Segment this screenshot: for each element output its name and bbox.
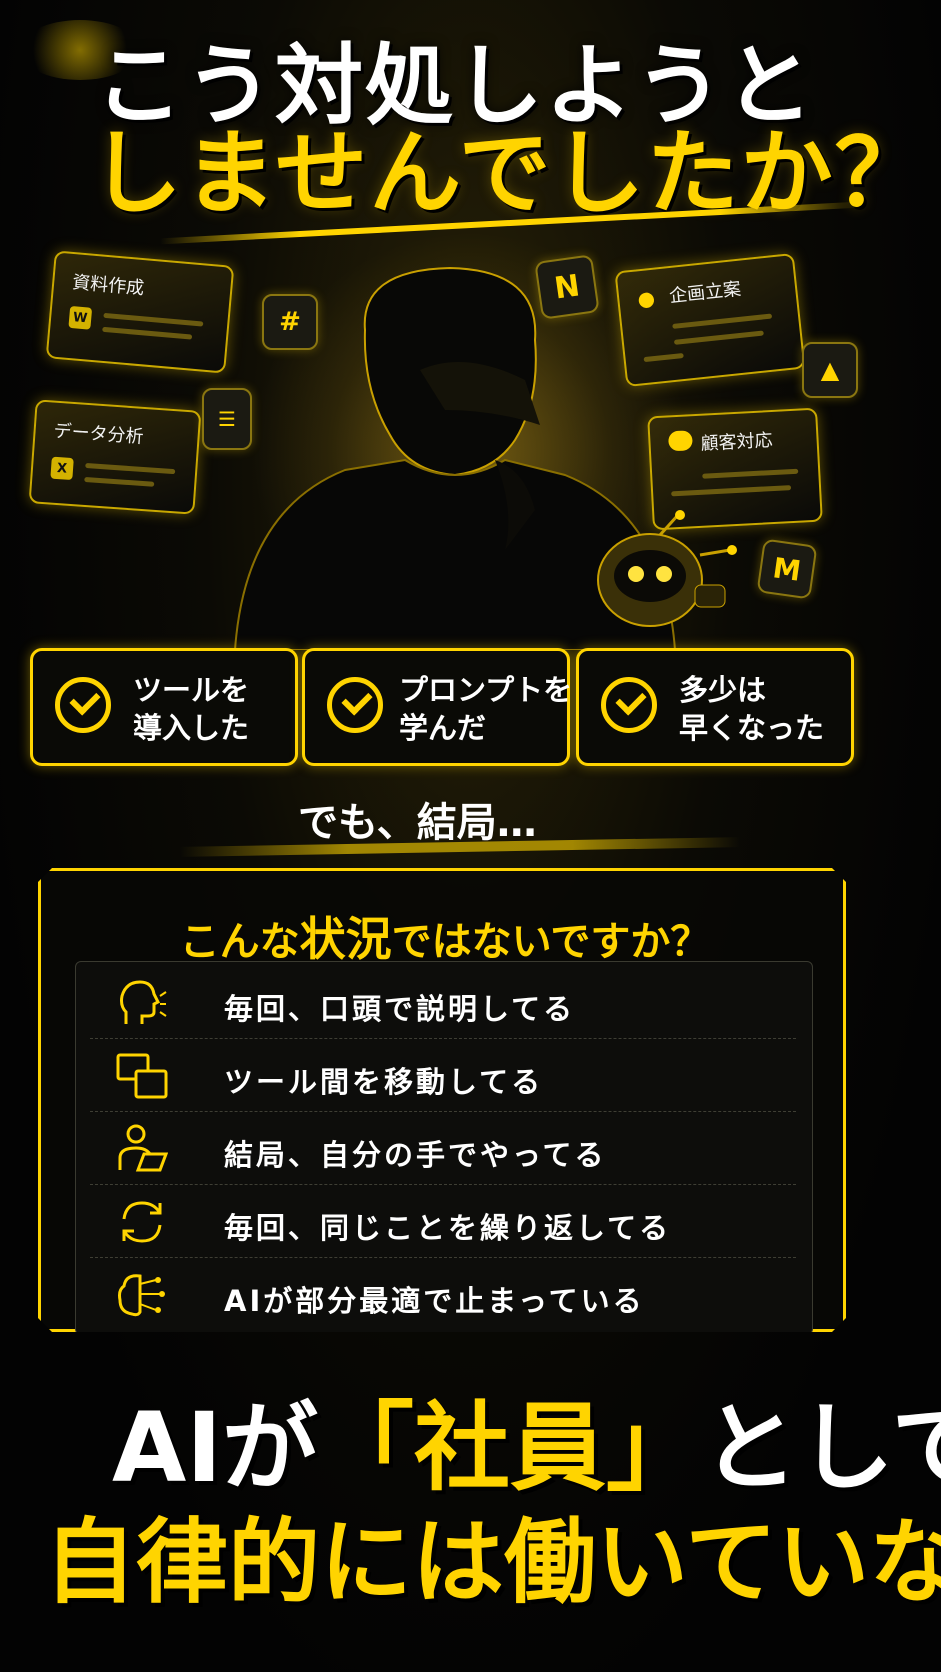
check-card-prompts: プロンプトを 学んだ bbox=[302, 648, 572, 766]
check-card-tools: ツールを 導入した bbox=[30, 648, 298, 766]
card-label: データ分析 bbox=[52, 420, 145, 448]
check-text: プロンプトを 学んだ bbox=[399, 671, 572, 747]
placeholder-line bbox=[103, 312, 204, 327]
list-item: 毎回、同じことを繰り返してる bbox=[90, 1185, 796, 1258]
placeholder-line bbox=[84, 476, 155, 487]
excel-icon: X bbox=[50, 456, 74, 481]
placeholder-line bbox=[85, 462, 176, 475]
ai-brain-icon bbox=[116, 1270, 168, 1320]
card-data-analysis: データ分析 X bbox=[28, 399, 202, 515]
placeholder-line bbox=[102, 326, 193, 340]
list-item-text: 毎回、同じことを繰り返してる bbox=[224, 1211, 672, 1245]
list-item: AIが部分最適で止まっている bbox=[90, 1258, 796, 1331]
list-item-text: 毎回、口頭で説明してる bbox=[224, 992, 576, 1026]
list-item: 結局、自分の手でやってる bbox=[90, 1112, 796, 1185]
robot-mascot-icon bbox=[597, 510, 737, 627]
switch-windows-icon bbox=[116, 1051, 168, 1101]
slack-icon: # bbox=[262, 294, 318, 350]
lightbulb-icon: ● bbox=[636, 285, 657, 312]
check-line2: 導入した bbox=[133, 711, 250, 745]
situations-list: 毎回、口頭で説明してる ツール間を移動してる 結局、自分の手でやってる 毎回、同… bbox=[75, 961, 813, 1335]
list-item-text: 結局、自分の手でやってる bbox=[224, 1138, 607, 1172]
speaking-head-icon bbox=[116, 978, 168, 1028]
placeholder-line bbox=[673, 330, 764, 345]
list-item-text: ツール間を移動してる bbox=[224, 1065, 544, 1099]
page: こう対処しようと しませんでしたか？ 資料作成 W データ分析 X ● 企画立案 bbox=[0, 0, 941, 1672]
list-item: 毎回、口頭で説明してる bbox=[90, 966, 796, 1039]
card-planning: ● 企画立案 bbox=[614, 252, 806, 388]
list-item-text: AIが部分最適で止まっている bbox=[224, 1284, 645, 1318]
placeholder-line bbox=[643, 352, 684, 363]
check-line1: プロンプトを bbox=[399, 673, 573, 707]
refresh-cycle-icon bbox=[116, 1197, 168, 1247]
card-document-creation: 資料作成 W bbox=[45, 250, 235, 374]
situations-title: こんな状況ではないですか？ bbox=[41, 903, 849, 969]
check-text: 多少は 早くなった bbox=[679, 671, 824, 747]
checkmark-icon bbox=[55, 677, 111, 733]
situations-title-pre: こんな bbox=[179, 919, 300, 965]
situations-title-emphasis: 状況 bbox=[299, 912, 392, 966]
checkmark-icon bbox=[601, 677, 657, 733]
word-icon: W bbox=[68, 305, 93, 330]
headline-line1: こう対処しようと bbox=[95, 34, 816, 137]
check-card-faster: 多少は 早くなった bbox=[576, 648, 854, 766]
placeholder-line bbox=[671, 485, 792, 497]
google-docs-icon: ☰ bbox=[202, 388, 252, 450]
notion-icon: N bbox=[534, 254, 600, 320]
check-line1: ツールを bbox=[133, 673, 250, 707]
situations-title-post: ではないですか？ bbox=[391, 919, 711, 965]
conclusion-line2: 自律的には働いていない。 bbox=[44, 1509, 941, 1616]
check-line2: 学んだ bbox=[399, 711, 487, 745]
card-label: 企画立案 bbox=[668, 278, 743, 308]
placeholder-line bbox=[672, 313, 773, 329]
check-text: ツールを 導入した bbox=[133, 671, 249, 747]
google-drive-icon: ▲ bbox=[802, 342, 858, 398]
card-label: 資料作成 bbox=[71, 272, 145, 300]
transition-text: でも、結局… bbox=[298, 800, 537, 846]
person-laptop-icon bbox=[116, 1124, 168, 1174]
card-label: 顧客対応 bbox=[700, 430, 774, 455]
chat-bubble-icon bbox=[667, 430, 693, 452]
checkmark-icon bbox=[327, 677, 383, 733]
check-line2: 早くなった bbox=[679, 711, 825, 745]
list-item: ツール間を移動してる bbox=[90, 1039, 796, 1112]
check-line1: 多少は bbox=[679, 673, 767, 707]
gmail-icon: M bbox=[756, 538, 818, 600]
situations-panel: こんな状況ではないですか？ 毎回、口頭で説明してる ツール間を移動してる 結局、… bbox=[38, 868, 846, 1332]
placeholder-line bbox=[702, 468, 799, 479]
